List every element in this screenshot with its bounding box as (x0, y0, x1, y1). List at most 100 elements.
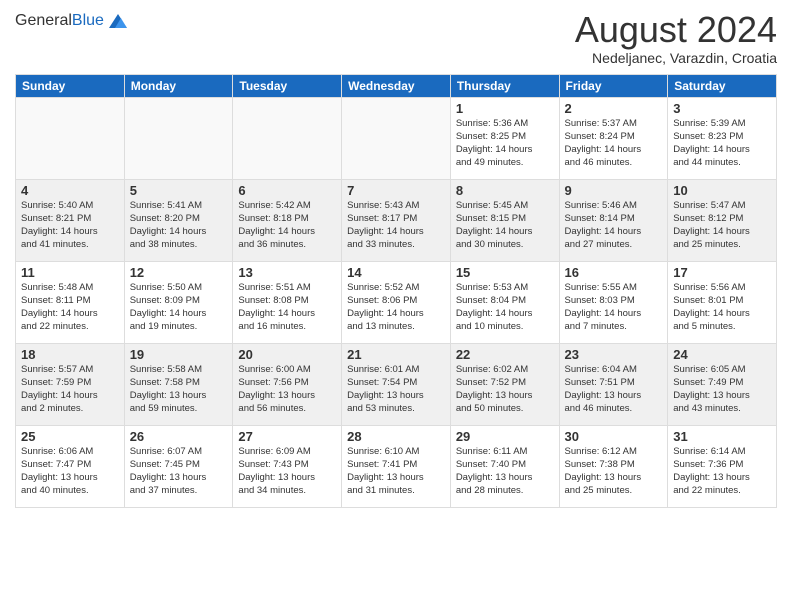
calendar-table: Sunday Monday Tuesday Wednesday Thursday… (15, 74, 777, 508)
calendar-week-row: 11Sunrise: 5:48 AM Sunset: 8:11 PM Dayli… (16, 261, 777, 343)
calendar-cell: 3Sunrise: 5:39 AM Sunset: 8:23 PM Daylig… (668, 97, 777, 179)
day-info: Sunrise: 5:57 AM Sunset: 7:59 PM Dayligh… (21, 363, 119, 416)
logo-general-text: General (15, 12, 72, 29)
day-number: 10 (673, 183, 771, 198)
day-info: Sunrise: 5:56 AM Sunset: 8:01 PM Dayligh… (673, 281, 771, 334)
col-monday: Monday (124, 74, 233, 97)
calendar-cell: 7Sunrise: 5:43 AM Sunset: 8:17 PM Daylig… (342, 179, 451, 261)
location-subtitle: Nedeljanec, Varazdin, Croatia (575, 50, 777, 66)
calendar-cell: 31Sunrise: 6:14 AM Sunset: 7:36 PM Dayli… (668, 425, 777, 507)
calendar-cell: 19Sunrise: 5:58 AM Sunset: 7:58 PM Dayli… (124, 343, 233, 425)
day-number: 22 (456, 347, 554, 362)
day-info: Sunrise: 5:52 AM Sunset: 8:06 PM Dayligh… (347, 281, 445, 334)
day-info: Sunrise: 5:43 AM Sunset: 8:17 PM Dayligh… (347, 199, 445, 252)
calendar-cell: 11Sunrise: 5:48 AM Sunset: 8:11 PM Dayli… (16, 261, 125, 343)
calendar-header-row: Sunday Monday Tuesday Wednesday Thursday… (16, 74, 777, 97)
calendar-cell (124, 97, 233, 179)
col-friday: Friday (559, 74, 668, 97)
calendar-cell: 12Sunrise: 5:50 AM Sunset: 8:09 PM Dayli… (124, 261, 233, 343)
day-info: Sunrise: 5:42 AM Sunset: 8:18 PM Dayligh… (238, 199, 336, 252)
day-info: Sunrise: 6:10 AM Sunset: 7:41 PM Dayligh… (347, 445, 445, 498)
logo: GeneralBlue (15, 10, 129, 32)
calendar-cell: 29Sunrise: 6:11 AM Sunset: 7:40 PM Dayli… (450, 425, 559, 507)
calendar-cell: 23Sunrise: 6:04 AM Sunset: 7:51 PM Dayli… (559, 343, 668, 425)
logo-blue-text: Blue (72, 12, 104, 29)
day-number: 18 (21, 347, 119, 362)
calendar-cell (16, 97, 125, 179)
day-info: Sunrise: 6:07 AM Sunset: 7:45 PM Dayligh… (130, 445, 228, 498)
logo-icon (107, 10, 129, 32)
day-number: 29 (456, 429, 554, 444)
col-sunday: Sunday (16, 74, 125, 97)
day-number: 21 (347, 347, 445, 362)
title-block: August 2024 Nedeljanec, Varazdin, Croati… (575, 10, 777, 66)
day-number: 16 (565, 265, 663, 280)
calendar-cell: 25Sunrise: 6:06 AM Sunset: 7:47 PM Dayli… (16, 425, 125, 507)
day-info: Sunrise: 6:09 AM Sunset: 7:43 PM Dayligh… (238, 445, 336, 498)
calendar-cell: 13Sunrise: 5:51 AM Sunset: 8:08 PM Dayli… (233, 261, 342, 343)
day-number: 17 (673, 265, 771, 280)
calendar-cell: 21Sunrise: 6:01 AM Sunset: 7:54 PM Dayli… (342, 343, 451, 425)
calendar-cell: 14Sunrise: 5:52 AM Sunset: 8:06 PM Dayli… (342, 261, 451, 343)
calendar-cell: 17Sunrise: 5:56 AM Sunset: 8:01 PM Dayli… (668, 261, 777, 343)
day-info: Sunrise: 5:36 AM Sunset: 8:25 PM Dayligh… (456, 117, 554, 170)
day-number: 20 (238, 347, 336, 362)
calendar-cell: 22Sunrise: 6:02 AM Sunset: 7:52 PM Dayli… (450, 343, 559, 425)
calendar-week-row: 18Sunrise: 5:57 AM Sunset: 7:59 PM Dayli… (16, 343, 777, 425)
calendar-cell: 1Sunrise: 5:36 AM Sunset: 8:25 PM Daylig… (450, 97, 559, 179)
day-info: Sunrise: 6:04 AM Sunset: 7:51 PM Dayligh… (565, 363, 663, 416)
day-info: Sunrise: 6:06 AM Sunset: 7:47 PM Dayligh… (21, 445, 119, 498)
day-info: Sunrise: 5:37 AM Sunset: 8:24 PM Dayligh… (565, 117, 663, 170)
calendar-cell (233, 97, 342, 179)
calendar-cell: 20Sunrise: 6:00 AM Sunset: 7:56 PM Dayli… (233, 343, 342, 425)
day-number: 24 (673, 347, 771, 362)
calendar-cell: 5Sunrise: 5:41 AM Sunset: 8:20 PM Daylig… (124, 179, 233, 261)
day-info: Sunrise: 5:47 AM Sunset: 8:12 PM Dayligh… (673, 199, 771, 252)
col-wednesday: Wednesday (342, 74, 451, 97)
day-info: Sunrise: 5:55 AM Sunset: 8:03 PM Dayligh… (565, 281, 663, 334)
col-saturday: Saturday (668, 74, 777, 97)
day-info: Sunrise: 6:12 AM Sunset: 7:38 PM Dayligh… (565, 445, 663, 498)
day-number: 23 (565, 347, 663, 362)
day-number: 4 (21, 183, 119, 198)
calendar-cell: 9Sunrise: 5:46 AM Sunset: 8:14 PM Daylig… (559, 179, 668, 261)
day-info: Sunrise: 5:58 AM Sunset: 7:58 PM Dayligh… (130, 363, 228, 416)
day-number: 13 (238, 265, 336, 280)
day-number: 30 (565, 429, 663, 444)
logo-text: GeneralBlue (15, 10, 129, 32)
day-info: Sunrise: 6:05 AM Sunset: 7:49 PM Dayligh… (673, 363, 771, 416)
calendar-cell: 2Sunrise: 5:37 AM Sunset: 8:24 PM Daylig… (559, 97, 668, 179)
day-number: 8 (456, 183, 554, 198)
day-number: 3 (673, 101, 771, 116)
col-thursday: Thursday (450, 74, 559, 97)
calendar-cell: 30Sunrise: 6:12 AM Sunset: 7:38 PM Dayli… (559, 425, 668, 507)
day-number: 31 (673, 429, 771, 444)
day-number: 28 (347, 429, 445, 444)
day-number: 19 (130, 347, 228, 362)
day-info: Sunrise: 5:40 AM Sunset: 8:21 PM Dayligh… (21, 199, 119, 252)
day-number: 2 (565, 101, 663, 116)
day-info: Sunrise: 5:39 AM Sunset: 8:23 PM Dayligh… (673, 117, 771, 170)
calendar-week-row: 1Sunrise: 5:36 AM Sunset: 8:25 PM Daylig… (16, 97, 777, 179)
calendar-cell: 8Sunrise: 5:45 AM Sunset: 8:15 PM Daylig… (450, 179, 559, 261)
calendar-cell: 4Sunrise: 5:40 AM Sunset: 8:21 PM Daylig… (16, 179, 125, 261)
day-info: Sunrise: 5:48 AM Sunset: 8:11 PM Dayligh… (21, 281, 119, 334)
calendar-cell: 6Sunrise: 5:42 AM Sunset: 8:18 PM Daylig… (233, 179, 342, 261)
calendar-cell: 27Sunrise: 6:09 AM Sunset: 7:43 PM Dayli… (233, 425, 342, 507)
day-number: 1 (456, 101, 554, 116)
day-info: Sunrise: 5:51 AM Sunset: 8:08 PM Dayligh… (238, 281, 336, 334)
col-tuesday: Tuesday (233, 74, 342, 97)
day-number: 11 (21, 265, 119, 280)
day-info: Sunrise: 5:53 AM Sunset: 8:04 PM Dayligh… (456, 281, 554, 334)
day-number: 27 (238, 429, 336, 444)
day-number: 25 (21, 429, 119, 444)
day-number: 5 (130, 183, 228, 198)
day-number: 12 (130, 265, 228, 280)
day-number: 9 (565, 183, 663, 198)
day-number: 7 (347, 183, 445, 198)
day-info: Sunrise: 5:41 AM Sunset: 8:20 PM Dayligh… (130, 199, 228, 252)
calendar-cell: 16Sunrise: 5:55 AM Sunset: 8:03 PM Dayli… (559, 261, 668, 343)
day-number: 26 (130, 429, 228, 444)
calendar-cell: 10Sunrise: 5:47 AM Sunset: 8:12 PM Dayli… (668, 179, 777, 261)
day-number: 14 (347, 265, 445, 280)
